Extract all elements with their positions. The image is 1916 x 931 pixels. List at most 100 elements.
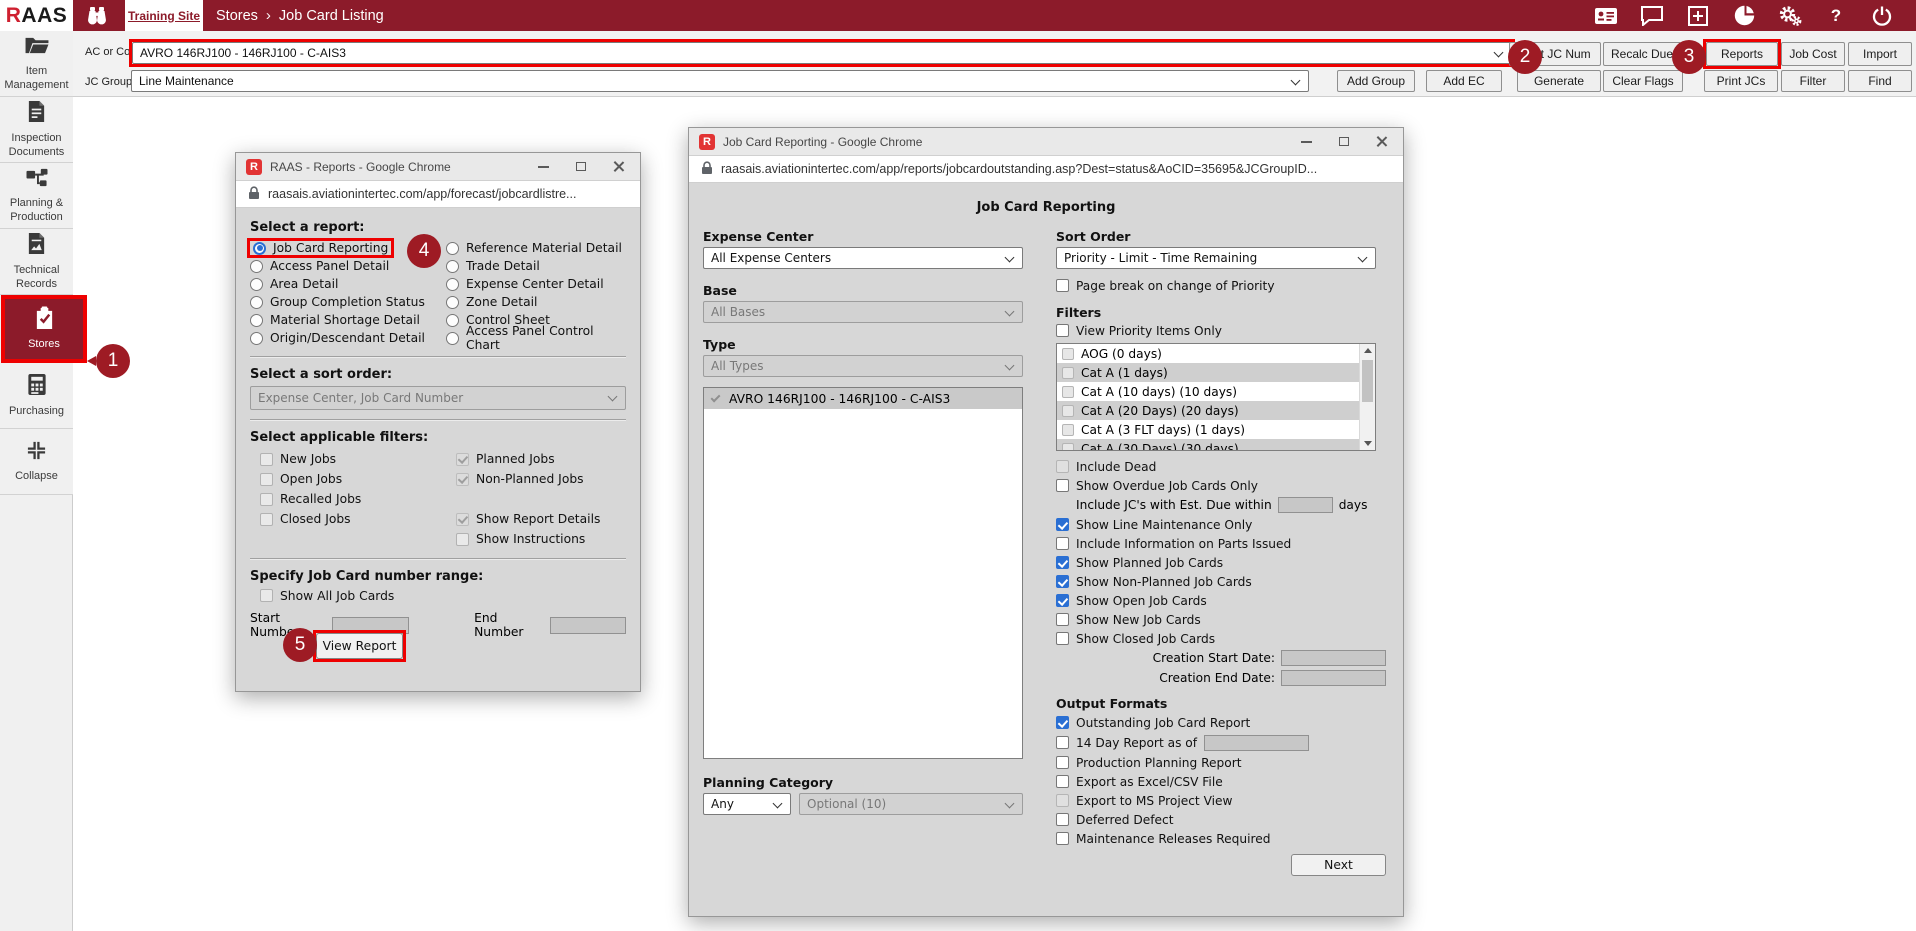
maximize-button[interactable]	[1339, 137, 1349, 146]
checkbox-show-non-planned[interactable]	[1056, 575, 1069, 588]
id-card-icon[interactable]	[1594, 4, 1618, 28]
priority-item[interactable]: AOG (0 days)	[1057, 344, 1359, 363]
find-button[interactable]: Find	[1848, 70, 1912, 92]
checkbox-export-excel[interactable]	[1056, 775, 1069, 788]
close-button[interactable]	[613, 161, 624, 172]
add-ec-button[interactable]: Add EC	[1426, 70, 1502, 92]
checkbox-priority[interactable]	[1062, 348, 1074, 360]
close-button[interactable]	[1376, 136, 1387, 147]
scroll-up-icon[interactable]	[1364, 348, 1372, 353]
breadcrumb-section[interactable]: Stores	[216, 8, 258, 24]
maximize-button[interactable]	[576, 162, 586, 171]
checkbox-deferred-defect[interactable]	[1056, 813, 1069, 826]
jcr-url-bar[interactable]: raasais.aviationintertec.com/app/reports…	[689, 156, 1403, 183]
checkbox-show-report-details[interactable]	[456, 513, 469, 526]
priority-item[interactable]: Cat A (30 Days) (30 days)	[1057, 439, 1359, 451]
jc-group-select[interactable]: Line Maintenance	[131, 70, 1309, 92]
checkbox-new-jobs[interactable]	[260, 453, 273, 466]
radio-area-detail[interactable]	[250, 278, 263, 291]
planning-optional-select[interactable]: Optional (10)	[799, 793, 1023, 815]
checkbox-closed-jobs[interactable]	[260, 513, 273, 526]
scroll-thumb[interactable]	[1362, 360, 1373, 402]
radio-access-panel-detail[interactable]	[250, 260, 263, 273]
priority-item[interactable]: Cat A (1 days)	[1057, 363, 1359, 382]
radio-material-shortage-detail[interactable]	[250, 314, 263, 327]
expense-center-select[interactable]: All Expense Centers	[703, 247, 1023, 269]
job-cost-button[interactable]: Job Cost	[1781, 42, 1845, 66]
radio-reference-material-detail[interactable]	[446, 242, 459, 255]
chat-icon[interactable]	[1640, 4, 1664, 28]
sidebar-item-inspection-documents[interactable]: InspectionDocuments	[0, 97, 73, 163]
recalc-due-button[interactable]: Recalc Due	[1603, 42, 1681, 66]
base-select[interactable]: All Bases	[703, 301, 1023, 323]
checkbox-show-planned[interactable]	[1056, 556, 1069, 569]
checkbox-maintenance-releases[interactable]	[1056, 832, 1069, 845]
radio-trade-detail[interactable]	[446, 260, 459, 273]
radio-group-completion-status[interactable]	[250, 296, 263, 309]
sidebar-item-planning-production[interactable]: Planning &Production	[0, 163, 73, 229]
est-due-days-input[interactable]	[1278, 497, 1333, 513]
end-number-input[interactable]	[550, 617, 626, 634]
binoculars-icon[interactable]	[84, 0, 110, 31]
radio-access-panel-control-chart[interactable]	[446, 332, 459, 345]
checkbox-priority[interactable]	[1062, 443, 1074, 452]
radio-control-sheet[interactable]	[446, 314, 459, 327]
scrollbar[interactable]	[1359, 344, 1375, 450]
help-icon[interactable]: ?	[1824, 4, 1848, 28]
priority-item[interactable]: Cat A (3 FLT days) (1 days)	[1057, 420, 1359, 439]
sort-order-select[interactable]: Expense Center, Job Card Number	[250, 386, 626, 410]
checkbox-planned-jobs[interactable]	[456, 453, 469, 466]
settings-gears-icon[interactable]	[1778, 4, 1802, 28]
checkbox-recalled-jobs[interactable]	[260, 493, 273, 506]
add-window-icon[interactable]	[1686, 4, 1710, 28]
scroll-down-icon[interactable]	[1364, 441, 1372, 446]
power-icon[interactable]	[1870, 4, 1894, 28]
sidebar-item-item-management[interactable]: ItemManagement	[0, 31, 73, 97]
next-button[interactable]: Next	[1291, 854, 1386, 876]
view-report-button[interactable]: View Report	[316, 633, 403, 659]
radio-zone-detail[interactable]	[446, 296, 459, 309]
reports-url-bar[interactable]: raasais.aviationintertec.com/app/forecas…	[236, 181, 640, 208]
checkbox-show-all-job-cards[interactable]	[260, 589, 273, 602]
checkbox-open-jobs[interactable]	[260, 473, 273, 486]
checkbox-show-overdue[interactable]	[1056, 479, 1069, 492]
filter-button[interactable]: Filter	[1781, 70, 1845, 92]
checkbox-priority[interactable]	[1062, 367, 1074, 379]
creation-end-input[interactable]	[1281, 670, 1386, 686]
checkbox-non-planned-jobs[interactable]	[456, 473, 469, 486]
ac-or-co-select[interactable]: AVRO 146RJ100 - 146RJ100 - C-AIS3	[132, 42, 1512, 64]
sidebar-item-technical-records[interactable]: TechnicalRecords	[0, 229, 73, 295]
checkbox-page-break[interactable]	[1056, 279, 1069, 292]
checkbox-outstanding-report[interactable]	[1056, 716, 1069, 729]
checkbox-priority[interactable]	[1062, 386, 1074, 398]
pie-chart-icon[interactable]	[1732, 4, 1756, 28]
checkbox-include-dead[interactable]	[1056, 460, 1069, 473]
tab-training-site[interactable]: Training Site	[125, 0, 203, 31]
priority-item[interactable]: Cat A (20 Days) (20 days)	[1057, 401, 1359, 420]
radio-expense-center-detail[interactable]	[446, 278, 459, 291]
radio-origin-descendant-detail[interactable]	[250, 332, 263, 345]
checkbox-view-priority-only[interactable]	[1056, 324, 1069, 337]
checkbox-show-open[interactable]	[1056, 594, 1069, 607]
checkbox-priority[interactable]	[1062, 405, 1074, 417]
aircraft-list-item[interactable]: AVRO 146RJ100 - 146RJ100 - C-AIS3	[704, 388, 1022, 409]
type-select[interactable]: All Types	[703, 355, 1023, 377]
checkbox-show-instructions[interactable]	[456, 533, 469, 546]
import-button[interactable]: Import	[1848, 42, 1912, 66]
print-jcs-button[interactable]: Print JCs	[1704, 70, 1778, 92]
planning-category-select[interactable]: Any	[703, 793, 791, 815]
sidebar-item-purchasing[interactable]: Purchasing	[0, 363, 73, 429]
checkbox-parts-issued-info[interactable]	[1056, 537, 1069, 550]
sidebar-item-collapse[interactable]: Collapse	[0, 429, 73, 495]
sort-order-select[interactable]: Priority - Limit - Time Remaining	[1056, 247, 1376, 269]
checkbox-line-maintenance-only[interactable]	[1056, 518, 1069, 531]
checkbox-14-day-report[interactable]	[1056, 736, 1069, 749]
priority-item[interactable]: Cat A (10 days) (10 days)	[1057, 382, 1359, 401]
checkbox-export-ms-project[interactable]	[1056, 794, 1069, 807]
minimize-button[interactable]	[1301, 141, 1312, 143]
radio-job-card-reporting[interactable]	[253, 242, 266, 255]
checkbox-show-new[interactable]	[1056, 613, 1069, 626]
minimize-button[interactable]	[538, 166, 549, 168]
clear-flags-button[interactable]: Clear Flags	[1603, 70, 1683, 92]
sidebar-item-stores[interactable]: Stores	[1, 295, 87, 363]
